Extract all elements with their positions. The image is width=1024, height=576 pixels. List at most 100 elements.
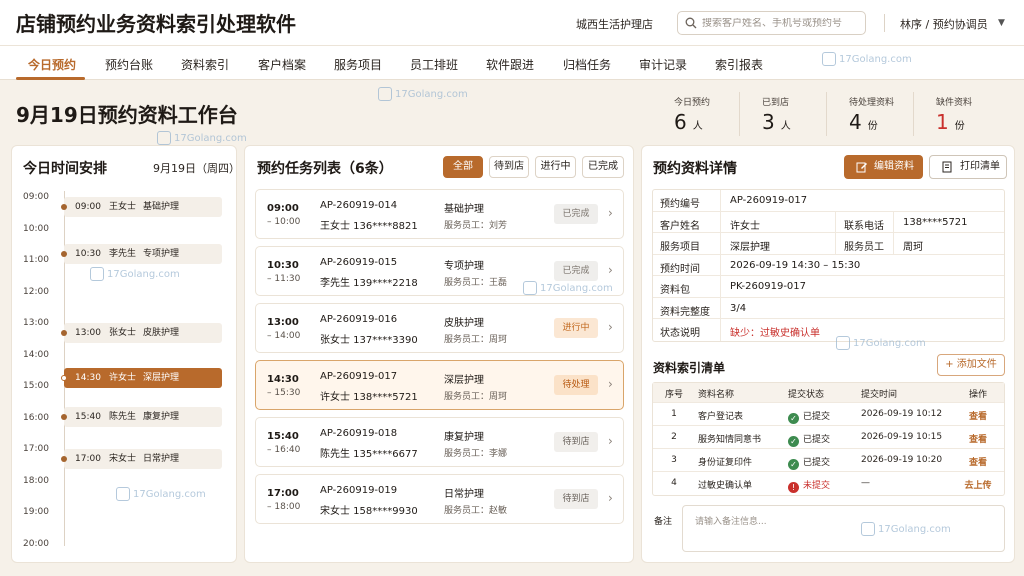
chevron-right-icon[interactable]: › (608, 434, 613, 448)
task-customer: 张女士 137****3390 (320, 335, 418, 346)
table-row: 2 服务知情同意书 ✓ 已提交 2026-09-19 10:15 查看 (653, 426, 1004, 449)
task-service: 专项护理 (444, 261, 484, 272)
nav-tab-followup[interactable]: 软件跟进 (486, 56, 534, 73)
task-card[interactable]: 17:00 – 18:00 AP-260919-019 宋女士 158****9930… (255, 474, 624, 524)
task-staff: 服务员工：周珂 (444, 392, 508, 402)
filter-done[interactable]: 已完成 (582, 156, 624, 178)
timeline-hour: 18:00 (23, 475, 49, 486)
document-icon (942, 161, 952, 173)
chevron-right-icon[interactable]: › (608, 320, 613, 334)
task-card[interactable]: 14:30 – 15:30 AP-260919-017 许女士 138****5721… (255, 360, 624, 410)
filter-waiting[interactable]: 待到店 (489, 156, 529, 178)
table-row: 4 过敏史确认单! 未提交 — 去上传 (653, 472, 1004, 495)
watermark: 17Golang.com (90, 267, 180, 281)
field-row: 状态说明 缺少：过敏史确认单 (653, 319, 1004, 341)
timeline-dot (61, 414, 67, 420)
task-card[interactable]: 13:00 – 14:00 AP-260919-016 张女士 137****3390… (255, 303, 624, 353)
task-staff: 服务员工：周珂 (444, 335, 508, 345)
watermark: 17Golang.com (378, 87, 468, 101)
schedule-title: 今日时间安排 (23, 161, 107, 177)
divider (884, 14, 885, 32)
chevron-right-icon[interactable]: › (608, 491, 613, 505)
missing-status: 缺少：过敏史确认单 (730, 328, 820, 339)
task-card[interactable]: 10:30 – 11:30 AP-260919-015 李先生 139****2218… (255, 246, 624, 296)
alert-icon: ! (788, 482, 799, 493)
nav-tab-ledger[interactable]: 预约台账 (105, 56, 153, 73)
task-customer: 许女士 138****5721 (320, 392, 418, 403)
task-card[interactable]: 09:00 – 10:00 AP-260919-014 王女士 136****8821… (255, 189, 624, 239)
search-input[interactable] (702, 17, 860, 29)
upload-link[interactable]: 去上传 (958, 478, 998, 491)
field-row: 服务项目 深层护理 服务员工 周珂 (653, 233, 1004, 255)
view-link[interactable]: 查看 (958, 409, 998, 422)
status-badge: 进行中 (554, 318, 598, 338)
app-title: 店铺预约业务资料索引处理软件 (16, 12, 296, 36)
filter-all[interactable]: 全部 (443, 156, 483, 178)
timeline-item[interactable]: 09:00 王女士 基础护理 (61, 197, 222, 217)
field-row: 资料完整度 3/4 (653, 297, 1004, 319)
nav-tab-audit[interactable]: 审计记录 (639, 56, 687, 73)
stat-today: 今日预约 6人 (674, 98, 711, 134)
stat-missing: 缺件资料 1份 (913, 92, 1000, 136)
timeline-item[interactable]: 10:30 李先生 专项护理 (61, 244, 222, 265)
chevron-right-icon[interactable]: › (608, 206, 613, 220)
nav-tab-index[interactable]: 资料索引 (181, 56, 229, 73)
index-title: 资料索引清单 (653, 361, 726, 375)
chevron-down-icon[interactable]: ▼ (998, 18, 1005, 28)
stat-pending: 待处理资料 4份 (826, 92, 913, 136)
watermark-logo-icon (90, 267, 104, 281)
timeline-item[interactable]: 13:00 张女士 皮肤护理 (61, 323, 222, 343)
detail-fields: 预约编号 AP-260919-017 客户姓名 许女士 联系电话 138****5721… (652, 189, 1005, 342)
field-row: 预约时间 2026-09-19 14:30 – 15:30 (653, 254, 1004, 276)
check-icon: ✓ (788, 413, 799, 424)
filter-in-progress[interactable]: 进行中 (535, 156, 576, 178)
task-service: 深层护理 (444, 375, 484, 386)
task-staff: 服务员工：李娜 (444, 449, 508, 459)
task-end: – 16:40 (267, 445, 301, 455)
task-end: – 15:30 (267, 388, 301, 398)
edit-button[interactable]: 编辑资料 (844, 155, 923, 179)
nav-tab-customers[interactable]: 客户档案 (258, 56, 306, 73)
nav-tab-report[interactable]: 索引报表 (715, 56, 763, 73)
task-service: 基础护理 (444, 204, 484, 215)
nav-tab-services[interactable]: 服务项目 (334, 56, 382, 73)
main-nav: 今日预约 预约台账 资料索引 客户档案 服务项目 员工排班 软件跟进 归档任务 … (0, 46, 1024, 80)
index-table: 序号 资料名称 提交状态 提交时间 操作 1 客户登记表 ✓ 已提交 2026-09-1… (652, 382, 1005, 496)
timeline-item[interactable]: 15:40 陈先生 康复护理 (61, 407, 222, 427)
print-button[interactable]: 打印清单 (929, 155, 1007, 179)
task-card[interactable]: 15:40 – 16:40 AP-260919-018 陈先生 135****6677… (255, 417, 624, 467)
timeline-hour: 17:00 (23, 444, 49, 454)
note-input[interactable] (682, 505, 1005, 552)
watermark: 17Golang.com (116, 487, 206, 501)
chevron-right-icon[interactable]: › (608, 263, 613, 277)
stats-bar: 今日预约 6人 已到店 3人 待处理资料 4份 缺件资料 1份 (652, 92, 1000, 136)
task-end: – 18:00 (267, 502, 301, 512)
task-end: – 10:00 (267, 217, 301, 227)
status-badge: 待到店 (554, 432, 598, 452)
status-badge: 已完成 (554, 204, 598, 224)
note-label: 备注 (654, 517, 673, 527)
timeline-hour: 20:00 (23, 538, 49, 549)
watermark-logo-icon (116, 487, 130, 501)
view-link[interactable]: 查看 (958, 455, 998, 468)
timeline-dot (61, 375, 67, 382)
store-name[interactable]: 城西生活护理店 (576, 16, 653, 32)
nav-tab-shifts[interactable]: 员工排班 (410, 56, 458, 73)
search-box[interactable] (677, 11, 866, 35)
timeline-hour: 14:00 (23, 349, 49, 360)
timeline-item[interactable]: 14:30 许女士 深层护理 (61, 368, 222, 389)
timeline-item[interactable]: 17:00 宋女士 日常护理 (61, 449, 222, 469)
nav-tab-archive[interactable]: 归档任务 (563, 56, 611, 73)
view-link[interactable]: 查看 (958, 432, 998, 445)
search-icon (685, 17, 697, 29)
task-customer: 陈先生 135****6677 (320, 449, 418, 460)
nav-tab-today[interactable]: 今日预约 (28, 56, 76, 73)
check-icon: ✓ (788, 459, 799, 470)
add-file-button[interactable]: + 添加文件 (937, 354, 1005, 376)
chevron-right-icon[interactable]: › (608, 377, 613, 391)
table-row: 3 身份证复印件 ✓ 已提交 2026-09-19 10:20 查看 (653, 449, 1004, 472)
timeline-dot (61, 251, 67, 258)
task-end: – 14:00 (267, 331, 301, 341)
timeline-hour: 15:00 (23, 381, 49, 391)
user-name[interactable]: 林序 / 预约协调员 (900, 16, 988, 32)
